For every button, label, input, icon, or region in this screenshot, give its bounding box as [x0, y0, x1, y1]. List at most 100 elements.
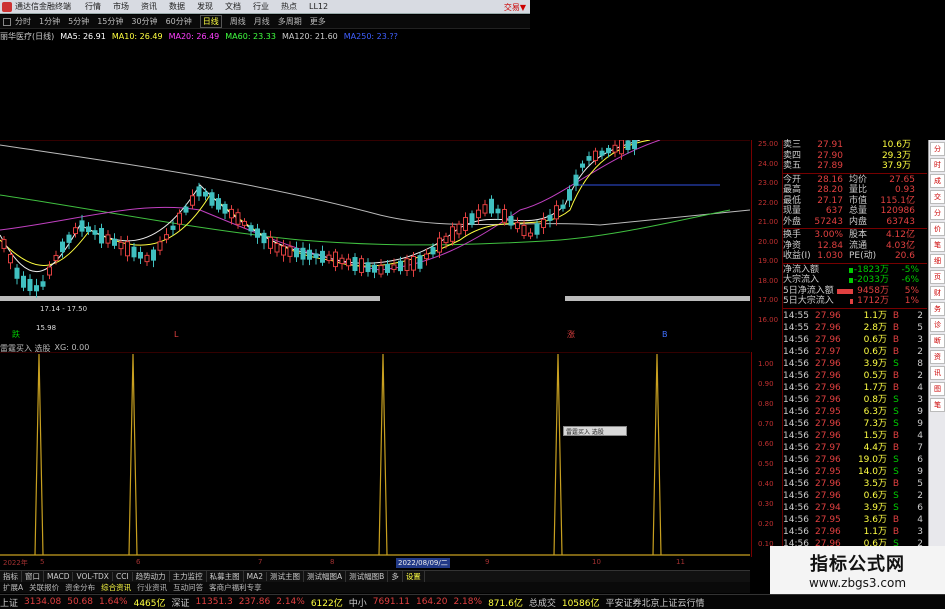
period-timeshare[interactable]: 分时 — [15, 16, 31, 27]
info-tab[interactable]: 互动问答 — [170, 582, 206, 593]
indicator-tab[interactable]: CCI — [113, 572, 133, 581]
side-tab[interactable]: 断 — [930, 334, 945, 348]
info-tab[interactable]: 资金分布 — [62, 582, 98, 593]
indicator-tab[interactable]: VOL-TDX — [73, 572, 113, 581]
tick-side: S — [893, 394, 899, 405]
info-tab[interactable]: 扩展A — [0, 582, 26, 593]
indicator-tab[interactable]: 私募主图 — [207, 571, 244, 582]
indicator-tab[interactable]: MACD — [44, 572, 74, 581]
ma-value: MA10: 26.49 — [111, 31, 163, 41]
flow-value: -1823万 — [853, 264, 889, 275]
menu-docs[interactable]: 文档 — [225, 1, 241, 12]
side-tab[interactable]: 交 — [930, 190, 945, 204]
grid-icon[interactable] — [3, 17, 11, 26]
candle — [612, 144, 618, 153]
indicator-tab[interactable]: 窗口 — [22, 571, 44, 582]
stat-value: 4.03亿 — [885, 240, 915, 251]
side-tab[interactable]: 价 — [930, 222, 945, 236]
status-item: 2.18% — [453, 597, 483, 607]
side-tab[interactable]: 务 — [930, 302, 945, 316]
info-tab[interactable]: 关联报价 — [26, 582, 62, 593]
candle — [196, 186, 202, 197]
flow-row: 净流入额 -1823万 -5% — [783, 265, 927, 276]
period-weekly[interactable]: 周线 — [230, 16, 246, 27]
status-item: 中小 — [348, 598, 367, 609]
menu-hot[interactable]: 热点 — [281, 1, 297, 12]
tick-count: 9 — [917, 418, 923, 429]
indicator-tab[interactable]: 多 — [388, 571, 403, 582]
menu-discover[interactable]: 发现 — [197, 1, 213, 12]
info-tab[interactable]: 客商户福利专享 — [206, 582, 265, 593]
period-toolbar: 分时 1分钟 5分钟 15分钟 30分钟 60分钟 日线 周线 月线 多周期 更… — [0, 15, 530, 29]
stat-label: PE(动) — [849, 251, 877, 261]
tick-count: 9 — [917, 466, 923, 477]
period-monthly[interactable]: 月线 — [254, 16, 270, 27]
price-tick: 23.00 — [758, 179, 779, 187]
side-tab[interactable]: 资 — [930, 350, 945, 364]
candle — [450, 226, 455, 242]
indicator-tab[interactable]: 趋势动力 — [133, 571, 170, 582]
candle — [125, 241, 130, 257]
candle — [580, 163, 585, 168]
indicator-tab[interactable]: 测试主图 — [267, 571, 305, 582]
indicator-tab[interactable]: 测试幅图A — [304, 571, 347, 582]
stock-name: 丽华医疗(日线) — [0, 31, 55, 41]
side-tab[interactable]: 页 — [930, 270, 945, 284]
support-band-left — [0, 296, 380, 301]
status-item: 50.68 — [67, 597, 93, 607]
menu-exchange[interactable]: 市场 — [113, 1, 129, 12]
side-tab[interactable]: 诊 — [930, 318, 945, 332]
period-multi[interactable]: 多周期 — [278, 16, 302, 27]
menu-market[interactable]: 行情 — [85, 1, 101, 12]
candle — [359, 258, 364, 273]
side-tab[interactable]: 笔 — [930, 398, 945, 412]
candlestick-chart[interactable]: 17.14 - 17.50 15.98 跌 L 涨 B — [0, 140, 750, 340]
tick-side: S — [893, 358, 899, 369]
indicator-tab[interactable]: 设置 — [403, 571, 425, 582]
status-item: 总成交 — [528, 598, 556, 609]
period-30min[interactable]: 30分钟 — [131, 16, 157, 27]
indicator-tab[interactable]: 指标 — [0, 571, 22, 582]
side-tab[interactable]: 财 — [930, 286, 945, 300]
side-tab[interactable]: 讯 — [930, 366, 945, 380]
menu-industry[interactable]: 行业 — [253, 1, 269, 12]
side-tab[interactable]: 笔 — [930, 238, 945, 252]
period-1min[interactable]: 1分钟 — [39, 16, 60, 27]
side-tab[interactable]: 分 — [930, 142, 945, 156]
side-tab[interactable]: 时 — [930, 158, 945, 172]
stat-label: 最低 — [783, 195, 802, 206]
info-tab[interactable]: 行业资讯 — [134, 582, 170, 593]
menu-news[interactable]: 资讯 — [141, 1, 157, 12]
candle — [300, 247, 306, 260]
side-tab[interactable]: 图 — [930, 382, 945, 396]
trade-button[interactable]: 交易▼ — [504, 2, 526, 13]
menu-data[interactable]: 数据 — [169, 1, 185, 12]
indicator-tab[interactable]: 主力监控 — [170, 571, 207, 582]
indicator-chart[interactable] — [0, 352, 750, 557]
price-tick: 17.00 — [758, 296, 779, 304]
side-tab[interactable]: 细 — [930, 254, 945, 268]
tick-time: 14:56 — [783, 418, 809, 429]
tick-side: B — [892, 346, 900, 357]
period-5min[interactable]: 5分钟 — [68, 16, 89, 27]
menu-user[interactable]: LL12 — [309, 2, 328, 11]
period-60min[interactable]: 60分钟 — [166, 16, 192, 27]
candle — [424, 253, 429, 260]
side-tab[interactable]: 分 — [930, 206, 945, 220]
indicator-tab[interactable]: MA2 — [244, 572, 268, 581]
flow-value: 9458万 — [857, 285, 889, 296]
moving-average-legend: 丽华医疗(日线) MA5: 26.91 MA10: 26.49 MA20: 26.49… — [0, 30, 560, 42]
info-tab[interactable]: 综合资讯 — [98, 582, 134, 593]
status-item: 2.14% — [276, 597, 305, 607]
period-15min[interactable]: 15分钟 — [97, 16, 123, 27]
period-more[interactable]: 更多 — [310, 16, 326, 27]
indicator-tab[interactable]: 测试幅图B — [346, 571, 389, 582]
side-tab[interactable]: 成 — [930, 174, 945, 188]
indicator-popup[interactable]: 雷霆买入 选股 — [563, 426, 627, 436]
price-tick: 25.00 — [758, 140, 779, 148]
period-daily[interactable]: 日线 — [199, 15, 222, 28]
stat-value: 27.65 — [889, 174, 915, 185]
flow-pct: 1% — [904, 296, 919, 306]
stat-label: 流通 — [849, 240, 868, 251]
tick-price: 27.96 — [815, 394, 841, 405]
